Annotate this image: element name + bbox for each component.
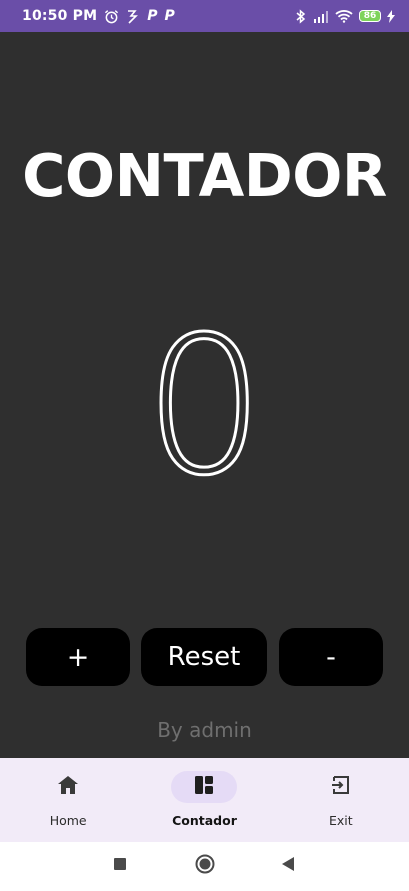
status-time: 10:50 PM	[22, 8, 98, 24]
exit-icon	[330, 775, 352, 800]
back-button[interactable]	[258, 842, 318, 891]
system-nav-bar	[0, 842, 409, 891]
bottom-nav: Home Contador Exit	[0, 758, 409, 842]
nav-pill-exit	[308, 771, 374, 803]
increment-button[interactable]: +	[26, 628, 130, 686]
recents-button[interactable]	[90, 842, 150, 891]
page-title: CONTADOR	[22, 141, 387, 210]
counter-value: 0	[143, 296, 267, 517]
status-bar: 10:50 PM P P 86	[0, 0, 409, 32]
network-speed-icon	[126, 9, 140, 24]
signal-icon	[313, 10, 329, 23]
battery-icon: 86	[359, 10, 381, 22]
p-app-icon: P	[164, 8, 175, 24]
recents-icon	[113, 857, 127, 876]
system-home-button[interactable]	[175, 842, 235, 891]
nav-label-contador: Contador	[172, 813, 237, 828]
status-right: 86	[295, 8, 395, 24]
home-circle-icon	[195, 854, 215, 879]
reset-button[interactable]: Reset	[141, 628, 267, 686]
nav-item-home[interactable]: Home	[0, 758, 136, 842]
nav-pill-home	[35, 771, 101, 803]
nav-item-exit[interactable]: Exit	[273, 758, 409, 842]
back-icon	[281, 856, 295, 877]
nav-pill-contador	[171, 771, 238, 803]
home-icon	[57, 775, 79, 800]
decrement-button[interactable]: -	[279, 628, 383, 686]
main-screen: CONTADOR 0 + Reset - By admin	[0, 32, 409, 758]
bluetooth-icon	[295, 8, 307, 24]
status-left: 10:50 PM P P	[22, 8, 175, 24]
wifi-icon	[335, 9, 353, 23]
alarm-icon	[104, 9, 119, 24]
charging-icon	[387, 9, 395, 23]
nav-label-exit: Exit	[328, 813, 353, 828]
nav-label-home: Home	[49, 813, 87, 828]
dashboard-icon	[194, 775, 214, 800]
byline: By admin	[157, 718, 252, 742]
p-app-icon: P	[147, 8, 158, 24]
nav-item-contador[interactable]: Contador	[136, 758, 272, 842]
